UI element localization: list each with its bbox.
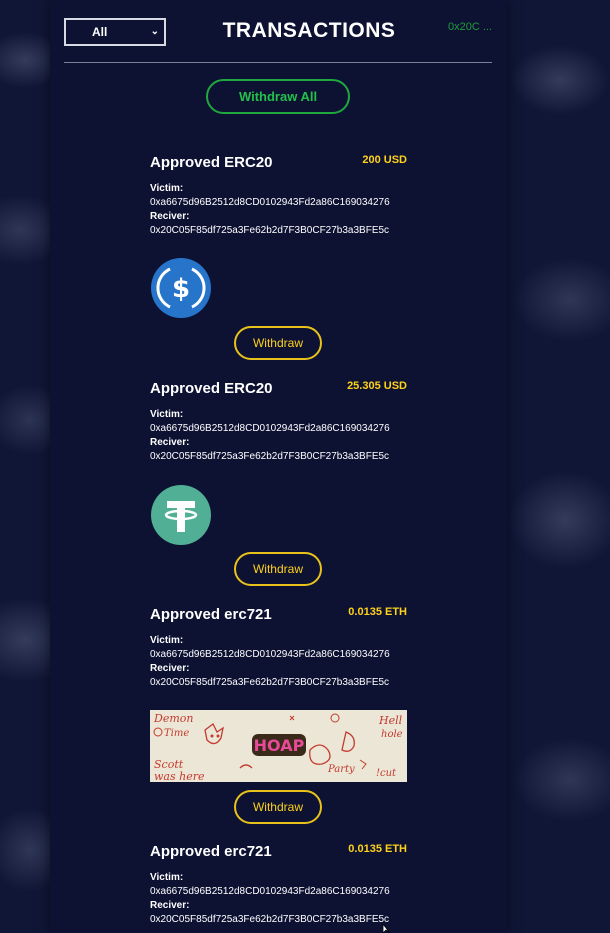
transactions-panel: All ⌄ TRANSACTIONS 0x20C ... Withdraw Al… — [50, 0, 507, 933]
transaction-details: Victim: 0xa6675d96B2512d8CD0102943Fd2a86… — [150, 634, 407, 690]
victim-address: 0xa6675d96B2512d8CD0102943Fd2a86C1690342… — [150, 197, 390, 208]
nft-doodle-art: Demon Time Scott was here HOAP Party Hel… — [150, 710, 407, 782]
nft-image: Demon Time Scott was here HOAP Party Hel… — [150, 710, 407, 782]
nft-text: hole — [381, 729, 403, 740]
filter-select[interactable]: All ⌄ — [64, 18, 166, 46]
nft-text: Party — [327, 764, 355, 775]
chevron-down-icon: ⌄ — [150, 26, 159, 37]
nft-text: HOAP — [254, 736, 305, 755]
withdraw-button[interactable]: Withdraw — [234, 790, 322, 824]
victim-address: 0xa6675d96B2512d8CD0102943Fd2a86C1690342… — [150, 649, 390, 660]
transaction-details: Victim: 0xa6675d96B2512d8CD0102943Fd2a86… — [150, 182, 407, 238]
receiver-label: Reciver: — [150, 663, 190, 674]
victim-label: Victim: — [150, 409, 184, 420]
receiver-label: Reciver: — [150, 900, 190, 911]
transaction-amount: 25.305 USD — [347, 380, 407, 392]
receiver-address: 0x20C05F85df725a3Fe62b2d7F3B0CF27b3a3BFE… — [150, 914, 390, 925]
victim-address: 0xa6675d96B2512d8CD0102943Fd2a86C1690342… — [150, 886, 390, 897]
withdraw-button[interactable]: Withdraw — [234, 326, 322, 360]
withdraw-all-button[interactable]: Withdraw All — [206, 79, 350, 114]
transaction-name: Approved erc721 — [150, 606, 272, 623]
transaction-name: Approved erc721 — [150, 843, 272, 860]
header: All ⌄ TRANSACTIONS 0x20C ... — [64, 18, 492, 63]
receiver-address: 0x20C05F85df725a3Fe62b2d7F3B0CF27b3a3BFE… — [150, 451, 390, 462]
nft-text: Time — [164, 728, 189, 739]
receiver-label: Reciver: — [150, 437, 190, 448]
nft-text: !cut — [376, 768, 397, 779]
usdc-icon: $ — [151, 258, 211, 318]
withdraw-button[interactable]: Withdraw — [234, 552, 322, 586]
victim-label: Victim: — [150, 872, 184, 883]
nft-text: was here — [154, 770, 205, 782]
tether-icon — [151, 485, 211, 545]
victim-address: 0xa6675d96B2512d8CD0102943Fd2a86C1690342… — [150, 423, 390, 434]
receiver-label: Reciver: — [150, 211, 190, 222]
transaction-details: Victim: 0xa6675d96B2512d8CD0102943Fd2a86… — [150, 871, 407, 927]
nft-text: Demon — [153, 712, 193, 725]
transaction-amount: 0.0135 ETH — [348, 843, 407, 855]
transaction-amount: 200 USD — [362, 154, 407, 166]
mouse-cursor-icon — [382, 924, 391, 933]
svg-text:$: $ — [172, 274, 190, 304]
transaction-amount: 0.0135 ETH — [348, 606, 407, 618]
page-title: TRANSACTIONS — [222, 19, 396, 42]
filter-select-value: All — [92, 25, 108, 39]
victim-label: Victim: — [150, 635, 184, 646]
transaction-name: Approved ERC20 — [150, 154, 273, 171]
transaction-details: Victim: 0xa6675d96B2512d8CD0102943Fd2a86… — [150, 408, 407, 464]
nft-text: Hell — [378, 714, 403, 727]
receiver-address: 0x20C05F85df725a3Fe62b2d7F3B0CF27b3a3BFE… — [150, 677, 390, 688]
victim-label: Victim: — [150, 183, 184, 194]
receiver-address: 0x20C05F85df725a3Fe62b2d7F3B0CF27b3a3BFE… — [150, 225, 390, 236]
account-address[interactable]: 0x20C ... — [448, 21, 492, 33]
transaction-name: Approved ERC20 — [150, 380, 273, 397]
